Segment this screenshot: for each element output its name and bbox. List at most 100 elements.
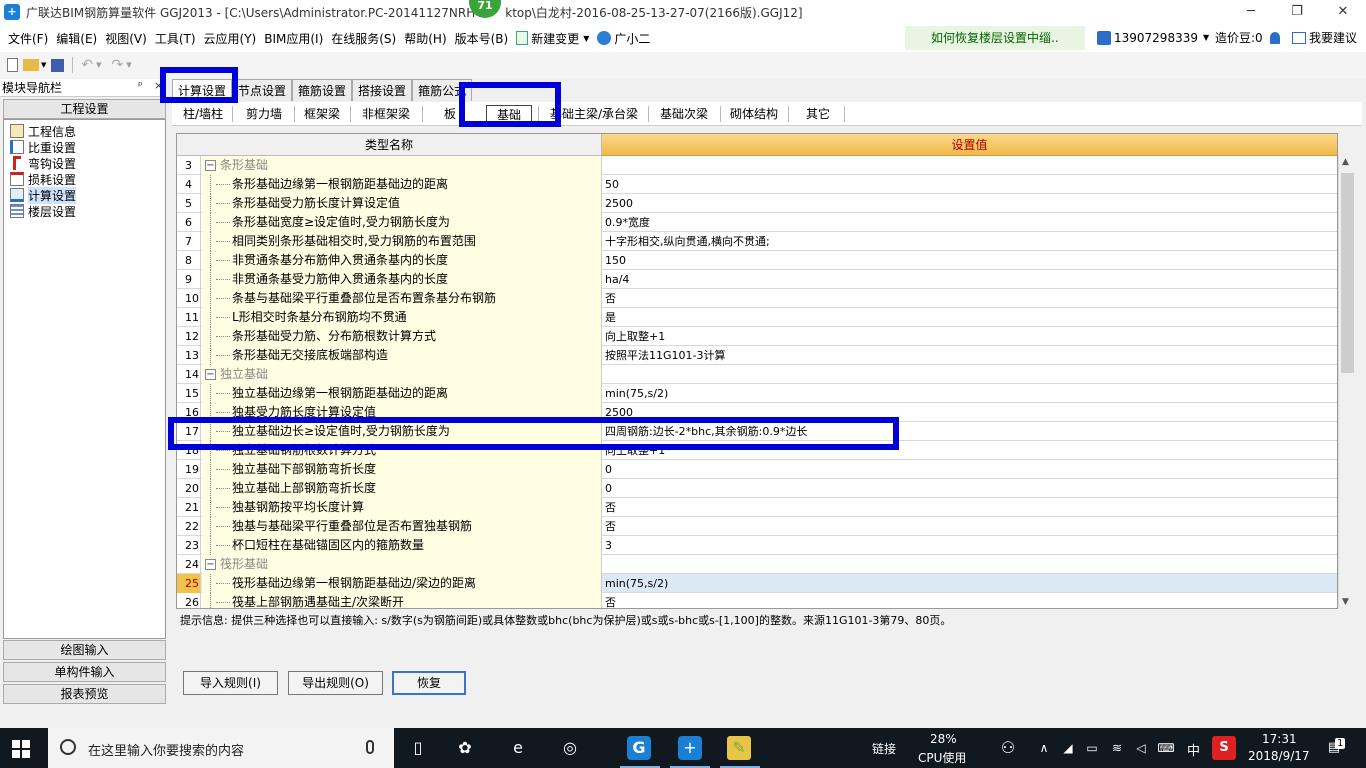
row-value-cell[interactable]: 2500 <box>603 194 1337 213</box>
row-value-cell[interactable]: 十字形相交,纵向贯通,横向不贯通; <box>603 232 1337 251</box>
nav-section-single-component-input[interactable]: 单构件输入 <box>3 662 166 682</box>
close-icon[interactable]: × <box>154 79 163 92</box>
table-row[interactable]: 25 筏形基础边缘第一根钢筋距基础边/梁边的距离 min(75,s/2) <box>177 574 1337 593</box>
nav-item-calc-settings[interactable]: 计算设置 <box>10 186 77 204</box>
table-row[interactable]: 13 条形基础无交接底板端部构造 按照平法11G101-3计算 <box>177 346 1337 365</box>
undo-icon[interactable]: ↶ <box>81 57 93 73</box>
chevron-down-icon[interactable]: ▼ <box>41 61 46 69</box>
subtab-foundation-main-beam[interactable]: 基础主梁/承台梁 <box>546 105 642 123</box>
menu-tools[interactable]: 工具(T) <box>151 30 200 47</box>
vertical-scrollbar[interactable]: ▲ ▼ <box>1338 155 1355 609</box>
collapse-icon[interactable]: − <box>205 369 216 380</box>
tab-lap-settings[interactable]: 搭接设置 <box>352 79 413 101</box>
table-row[interactable]: 19 独立基础下部钢筋弯折长度 0 <box>177 460 1337 479</box>
fan-app-icon[interactable]: ✿ <box>453 736 477 760</box>
nav-item-weight-settings[interactable]: 比重设置 <box>10 139 76 155</box>
tray-icon[interactable]: ◢ <box>1056 736 1080 760</box>
subtab-non-frame-beam[interactable]: 非框架梁 <box>356 105 416 123</box>
menu-help[interactable]: 帮助(H) <box>400 30 450 47</box>
menu-version[interactable]: 版本号(B) <box>451 30 513 47</box>
glodon-app-icon[interactable]: G <box>627 736 651 760</box>
row-value-cell[interactable]: 向上取整+1 <box>603 327 1337 346</box>
nav-section-report-preview[interactable]: 报表预览 <box>3 684 166 704</box>
table-row[interactable]: 10 条基与基础梁平行重叠部位是否布置条基分布钢筋 否 <box>177 289 1337 308</box>
subtab-masonry[interactable]: 砌体结构 <box>726 105 782 123</box>
guang-xiao-er-button[interactable]: 广小二 <box>593 30 654 47</box>
bell-icon[interactable] <box>1270 24 1280 52</box>
row-value-cell[interactable]: 否 <box>603 289 1337 308</box>
wifi-icon[interactable]: ≋ <box>1105 736 1129 760</box>
table-row[interactable]: 20 独立基础上部钢筋弯折长度 0 <box>177 479 1337 498</box>
subtab-frame-beam[interactable]: 框架梁 <box>300 105 344 123</box>
nav-item-floor-settings[interactable]: 楼层设置 <box>10 203 76 219</box>
table-row[interactable]: 15 独立基础边缘第一根钢筋距基础边的距离 min(75,s/2) <box>177 384 1337 403</box>
notes-app-icon[interactable]: ✎ <box>727 736 751 760</box>
nav-item-hook-settings[interactable]: 弯钩设置 <box>10 155 76 171</box>
open-folder-icon[interactable] <box>23 59 39 71</box>
scroll-up-icon[interactable]: ▲ <box>1342 157 1349 167</box>
table-row[interactable]: 8 非贯通条基分布筋伸入贯通条基内的长度 150 <box>177 251 1337 270</box>
row-value-cell[interactable]: 否 <box>603 517 1337 536</box>
edge-browser-icon[interactable]: e <box>506 736 530 760</box>
subtab-foundation-secondary-beam[interactable]: 基础次梁 <box>654 105 714 123</box>
user-account[interactable]: 13907298339 ▼ <box>1097 24 1209 52</box>
row-value-cell[interactable]: 是 <box>603 308 1337 327</box>
scrollbar-thumb[interactable] <box>1341 173 1354 373</box>
keyboard-icon[interactable]: ⌨ <box>1154 736 1178 760</box>
row-value-cell[interactable]: 0.9*宽度 <box>603 213 1337 232</box>
row-value-cell[interactable]: 四周钢筋:边长-2*bhc,其余钢筋:0.9*边长 <box>603 422 1337 441</box>
table-row[interactable]: 5 条形基础受力筋长度计算设定值 2500 <box>177 194 1337 213</box>
tab-stirrup-formula[interactable]: 箍筋公式 <box>412 79 473 101</box>
nav-item-project-info[interactable]: 工程信息 <box>10 123 76 139</box>
table-row[interactable]: 17 独立基础边长≥设定值时,受力钢筋长度为 四周钢筋:边长-2*bhc,其余钢筋:… <box>177 422 1337 441</box>
menu-view[interactable]: 视图(V) <box>101 30 151 47</box>
menu-edit[interactable]: 编辑(E) <box>52 30 101 47</box>
subtab-foundation[interactable]: 基础 <box>486 105 532 123</box>
clock-time[interactable]: 17:31 <box>1262 732 1297 746</box>
restore-icon[interactable]: ❐ <box>1274 0 1320 24</box>
import-rules-button[interactable]: 导入规则(I) <box>183 671 278 695</box>
collapse-icon[interactable]: − <box>205 559 216 570</box>
row-value-cell[interactable]: 2500 <box>603 403 1337 422</box>
row-value-cell[interactable]: 50 <box>603 175 1337 194</box>
row-value-cell[interactable]: 否 <box>603 593 1337 608</box>
group-row[interactable]: 3− 条形基础 <box>177 156 1337 175</box>
row-value-cell[interactable]: 向上取整+1 <box>603 441 1337 460</box>
menu-file[interactable]: 文件(F) <box>4 30 52 47</box>
new-change-button[interactable]: 新建变更 ▼ <box>512 30 593 47</box>
microphone-icon[interactable] <box>366 740 374 754</box>
sogou-input-icon[interactable]: S <box>1212 736 1236 760</box>
menu-cloud[interactable]: 云应用(Y) <box>200 30 261 47</box>
tab-node-settings[interactable]: 节点设置 <box>232 79 293 101</box>
help-hint-link[interactable]: 如何恢复楼层设置中缁.. <box>905 26 1085 50</box>
row-value-cell[interactable]: ha/4 <box>603 270 1337 289</box>
table-row[interactable]: 7 相同类别条形基础相交时,受力钢筋的布置范围 十字形相交,纵向贯通,横向不贯通; <box>177 232 1337 251</box>
scroll-down-icon[interactable]: ▼ <box>1342 597 1349 607</box>
table-row[interactable]: 16 独基受力筋长度计算设定值 2500 <box>177 403 1337 422</box>
glodon-ggj-icon[interactable]: + <box>678 736 702 760</box>
chevron-up-icon[interactable]: ∧ <box>1032 736 1056 760</box>
row-value-cell[interactable]: 按照平法11G101-3计算 <box>603 346 1337 365</box>
task-view-icon[interactable]: ▯ <box>406 736 430 760</box>
volume-icon[interactable]: ◁ <box>1129 736 1153 760</box>
link-label[interactable]: 链接 <box>872 740 896 757</box>
table-row[interactable]: 11 L形相交时条基分布钢筋均不贯通 是 <box>177 308 1337 327</box>
nav-item-loss-settings[interactable]: 损耗设置 <box>10 171 76 187</box>
row-value-cell[interactable]: 0 <box>603 460 1337 479</box>
menu-online[interactable]: 在线服务(S) <box>327 30 400 47</box>
export-rules-button[interactable]: 导出规则(O) <box>288 671 383 695</box>
minimize-icon[interactable]: ─ <box>1228 0 1274 24</box>
row-value-cell[interactable]: 否 <box>603 498 1337 517</box>
table-row[interactable]: 4 条形基础边缘第一根钢筋距基础边的距离 50 <box>177 175 1337 194</box>
nav-section-drawing-input[interactable]: 绘图输入 <box>3 640 166 660</box>
close-icon[interactable]: ✕ <box>1320 0 1366 24</box>
group-row[interactable]: 24− 筏形基础 <box>177 555 1337 574</box>
save-icon[interactable] <box>51 58 65 72</box>
clock-date[interactable]: 2018/9/17 <box>1248 749 1310 763</box>
table-row[interactable]: 9 非贯通条基受力筋伸入贯通条基内的长度 ha/4 <box>177 270 1337 289</box>
tab-calc-settings[interactable]: 计算设置 <box>172 79 233 101</box>
row-value-cell[interactable]: min(75,s/2) <box>603 384 1337 403</box>
collapse-icon[interactable]: − <box>205 160 216 171</box>
suggest-button[interactable]: 我要建议 <box>1292 24 1357 52</box>
windows-start-icon[interactable] <box>12 740 30 758</box>
